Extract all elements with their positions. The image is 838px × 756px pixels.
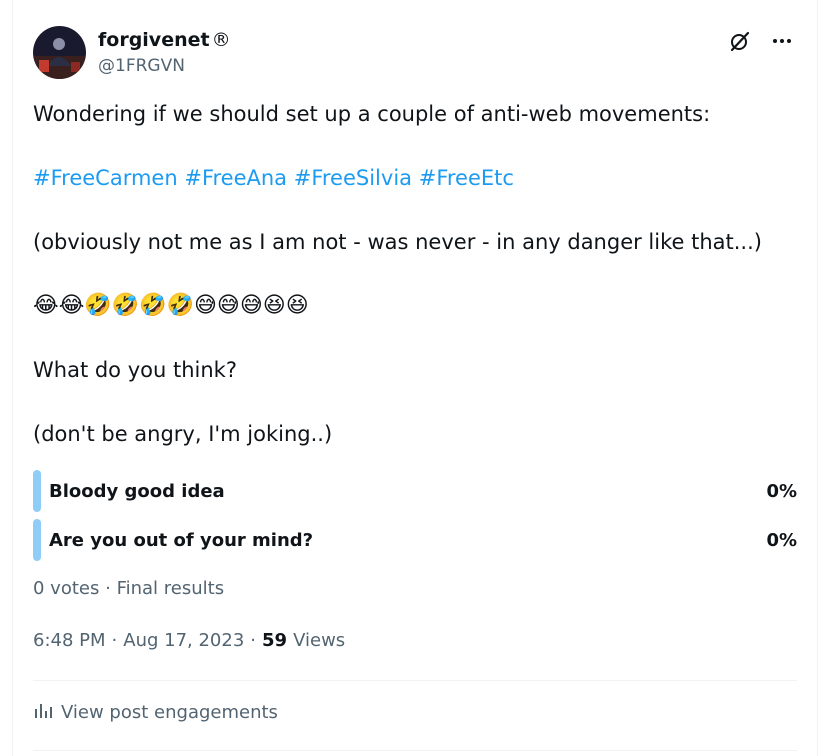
hashtag-link[interactable]: #FreeCarmen (33, 166, 178, 190)
post-paragraph: What do you think? (33, 358, 237, 382)
poll-result-bar (33, 470, 41, 512)
post-top-actions (729, 30, 793, 52)
poll-option-percent: 0% (766, 480, 797, 502)
poll-result-bar (33, 519, 41, 561)
post-paragraph: (obviously not me as I am not - was neve… (33, 230, 762, 254)
author-name[interactable]: forgivenet (98, 28, 210, 52)
views-label: Views (293, 630, 346, 651)
post-paragraph: (don't be angry, I'm joking..) (33, 422, 333, 446)
hashtag-line: #FreeCarmen #FreeAna #FreeSilvia #FreeEt… (33, 162, 803, 194)
poll-votes: 0 votes (33, 578, 100, 599)
poll: Bloody good idea 0% Are you out of your … (33, 470, 799, 568)
emoji-line: 😂😂🤣🤣🤣🤣😅😅😅😆😆 (33, 293, 309, 318)
poll-option-label: Are you out of your mind? (49, 529, 314, 551)
poll-meta: 0 votes · Final results (33, 578, 224, 599)
divider (33, 680, 797, 681)
avatar[interactable] (33, 26, 86, 79)
avatar-image (33, 26, 86, 79)
post-paragraph: Wondering if we should set up a couple o… (33, 102, 711, 126)
post-timestamp-row: 6:48 PM · Aug 17, 2023 · 59 Views (33, 630, 345, 651)
poll-separator: · (105, 578, 111, 599)
divider (33, 750, 797, 751)
meta-separator: · (250, 630, 257, 651)
registered-mark: ® (211, 29, 231, 51)
hashtag-link[interactable]: #FreeAna (184, 166, 287, 190)
poll-status: Final results (116, 578, 225, 599)
hashtag-link[interactable]: #FreeSilvia (294, 166, 412, 190)
poll-option-label: Bloody good idea (49, 480, 225, 502)
post-header: forgivenet ® @1FRGVN (33, 26, 803, 82)
poll-option: Are you out of your mind? 0% (33, 519, 799, 561)
author-handle[interactable]: @1FRGVN (98, 56, 185, 76)
author-name-row[interactable]: forgivenet ® (98, 28, 231, 52)
meta-separator: · (111, 630, 118, 651)
post-text: Wondering if we should set up a couple o… (33, 98, 803, 482)
grok-icon[interactable] (729, 30, 751, 52)
view-engagements-link[interactable]: View post engagements (33, 700, 278, 725)
more-options-icon[interactable] (771, 30, 793, 52)
post-time[interactable]: 6:48 PM (33, 630, 106, 651)
views-count: 59 (262, 630, 288, 651)
analytics-icon (33, 700, 53, 725)
poll-option: Bloody good idea 0% (33, 470, 799, 512)
poll-option-percent: 0% (766, 529, 797, 551)
view-engagements-label: View post engagements (61, 702, 278, 723)
post-date[interactable]: Aug 17, 2023 (123, 630, 244, 651)
hashtag-link[interactable]: #FreeEtc (419, 166, 514, 190)
